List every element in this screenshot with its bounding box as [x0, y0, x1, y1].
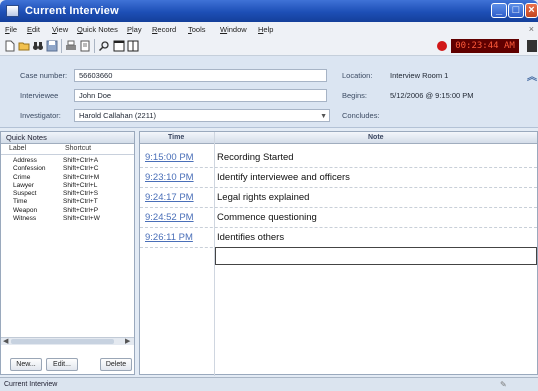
delete-note-button[interactable]: Delete — [100, 358, 132, 371]
location-label: Location: — [342, 71, 373, 80]
begins-value: 5/12/2006 @ 9:15:00 PM — [390, 91, 474, 100]
open-folder-icon[interactable] — [18, 40, 30, 52]
quick-notes-panel: Quick Notes Label Shortcut Address Shift+… — [0, 131, 135, 375]
page-setup-icon[interactable] — [79, 40, 91, 52]
menu-file[interactable]: File — [5, 25, 17, 34]
note-text: Identifies others — [217, 232, 285, 243]
toolbar-separator — [61, 39, 62, 53]
chevron-down-icon[interactable]: ▼ — [320, 111, 327, 122]
menu-help[interactable]: Help — [258, 25, 273, 34]
new-document-icon[interactable] — [4, 40, 16, 52]
menu-view[interactable]: View — [52, 25, 68, 34]
investigator-select[interactable]: Harold Callahan (2211) ▼ — [74, 109, 330, 122]
minimize-button[interactable]: _ — [491, 3, 507, 18]
table-row[interactable]: 9:24:17 PM Legal rights explained — [140, 188, 537, 208]
time-link[interactable]: 9:24:52 PM — [145, 212, 194, 223]
time-link[interactable]: 9:15:00 PM — [145, 152, 194, 163]
table-row[interactable]: 9:15:00 PM Recording Started — [140, 148, 537, 168]
list-item[interactable]: Suspect Shift+Ctrl+S — [1, 190, 134, 198]
note-text: Recording Started — [217, 152, 294, 163]
menu-quick-notes[interactable]: Quick Notes — [77, 25, 118, 34]
notes-grid-header: Time Note — [140, 132, 537, 144]
print-icon[interactable] — [65, 40, 77, 52]
elapsed-timer: 00:23:44 AM — [451, 39, 519, 53]
app-icon — [6, 5, 19, 17]
quick-notes-list: Address Shift+Ctrl+A Confession Shift+Ctrl… — [1, 155, 134, 223]
note-column-header[interactable]: Note — [368, 134, 384, 141]
toolbar-separator — [94, 39, 95, 53]
list-item[interactable]: Weapon Shift+Ctrl+P — [1, 207, 134, 215]
new-note-input[interactable] — [215, 247, 537, 265]
note-text: Identify interviewee and officers — [217, 172, 350, 183]
col-label-header[interactable]: Label — [9, 145, 26, 152]
title-bar: Current Interview _ □ × — [0, 0, 538, 22]
time-link[interactable]: 9:23:10 PM — [145, 172, 194, 183]
list-item[interactable]: Witness Shift+Ctrl+W — [1, 215, 134, 223]
scroll-left-icon[interactable]: ◀ — [3, 337, 8, 345]
scrollbar-thumb[interactable] — [11, 339, 114, 344]
scroll-right-icon[interactable]: ▶ — [125, 337, 130, 345]
mdi-close-icon[interactable]: × — [529, 24, 534, 34]
edit-note-button[interactable]: Edit... — [46, 358, 78, 371]
interviewee-field[interactable]: John Doe — [74, 89, 327, 102]
maximize-button[interactable]: □ — [508, 3, 524, 18]
list-item[interactable]: Time Shift+Ctrl+T — [1, 198, 134, 206]
menu-window[interactable]: Window — [220, 25, 247, 34]
begins-label: Begins: — [342, 91, 368, 100]
interviewee-label: Interviewee — [20, 91, 59, 100]
binoculars-icon[interactable] — [32, 40, 44, 52]
toolbar-overflow-icon[interactable] — [527, 40, 537, 52]
menu-tools[interactable]: Tools — [188, 25, 206, 34]
location-value: Interview Room 1 — [390, 71, 449, 80]
concludes-label: Concludes: — [342, 111, 380, 120]
list-item[interactable]: Lawyer Shift+Ctrl+L — [1, 182, 134, 190]
status-text: Current Interview — [4, 381, 58, 388]
table-row[interactable]: 9:23:10 PM Identify interviewee and offic… — [140, 168, 537, 188]
investigator-label: Investigator: — [20, 111, 61, 120]
window-title: Current Interview — [25, 5, 119, 17]
record-indicator-icon[interactable] — [437, 41, 447, 51]
quick-notes-columns: Label Shortcut — [1, 144, 134, 155]
list-item[interactable]: Address Shift+Ctrl+A — [1, 157, 134, 165]
col-shortcut-header[interactable]: Shortcut — [65, 145, 91, 152]
layout-icon[interactable] — [127, 40, 139, 52]
time-link[interactable]: 9:24:17 PM — [145, 192, 194, 203]
pen-icon: ✎ — [500, 380, 507, 389]
menu-play[interactable]: Play — [127, 25, 142, 34]
status-bar: Current Interview ✎ — [0, 377, 538, 391]
toolbar: 00:23:44 AM — [0, 36, 538, 56]
menu-bar: File Edit View Quick Notes Play Record T… — [0, 22, 538, 36]
investigator-value: Harold Callahan (2211) — [79, 111, 156, 120]
time-link[interactable]: 9:26:11 PM — [145, 232, 193, 243]
list-item[interactable]: Confession Shift+Ctrl+C — [1, 165, 134, 173]
save-icon[interactable] — [46, 40, 58, 52]
note-text: Commence questioning — [217, 212, 317, 223]
table-row[interactable]: 9:24:52 PM Commence questioning — [140, 208, 537, 228]
quick-notes-title: Quick Notes — [1, 132, 134, 144]
note-text: Legal rights explained — [217, 192, 310, 203]
notes-grid: Time Note 9:15:00 PM Recording Started 9:… — [139, 131, 538, 376]
table-row[interactable]: 9:26:11 PM Identifies others — [140, 228, 537, 248]
case-number-label: Case number: — [20, 71, 68, 80]
close-button[interactable]: × — [525, 3, 538, 18]
case-number-field[interactable]: 56603660 — [74, 69, 327, 82]
menu-edit[interactable]: Edit — [27, 25, 40, 34]
menu-record[interactable]: Record — [152, 25, 176, 34]
time-column-header[interactable]: Time — [168, 134, 184, 141]
search-icon[interactable] — [98, 40, 110, 52]
interview-header: Case number: 56603660 Interviewee John D… — [0, 56, 538, 128]
collapse-up-icon[interactable]: ︽ — [527, 68, 537, 83]
horizontal-scrollbar[interactable]: ◀ ▶ — [1, 337, 134, 345]
list-item[interactable]: Crime Shift+Ctrl+M — [1, 174, 134, 182]
new-note-button[interactable]: New... — [10, 358, 42, 371]
split-view-icon[interactable] — [113, 40, 125, 52]
